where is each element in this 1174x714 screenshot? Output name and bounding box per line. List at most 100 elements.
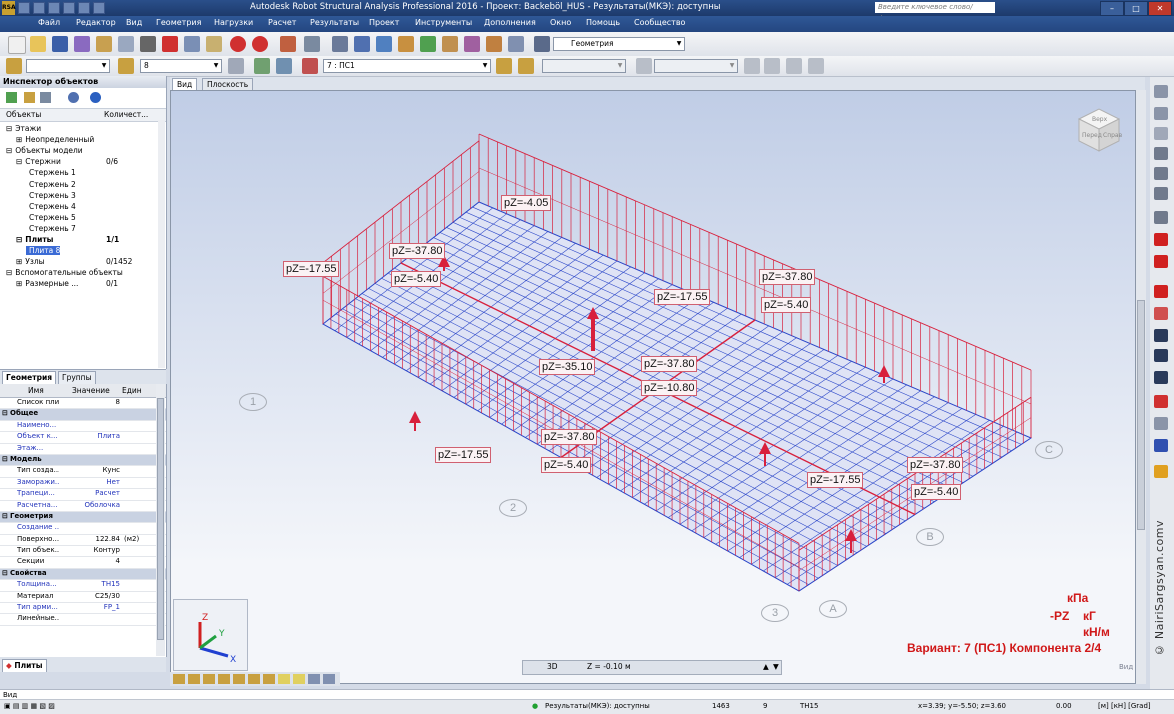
property-row[interactable]: Линейные...: [0, 614, 166, 626]
view-tool-6-icon[interactable]: [248, 674, 260, 684]
graphics-viewport[interactable]: Верх Перед Справ pZ=-4.05 pZ=-37.80 pZ=-5.…: [170, 90, 1136, 684]
zoom-window-icon[interactable]: [376, 36, 392, 52]
tree-item[interactable]: Стержень 5: [26, 213, 76, 222]
maximize-button[interactable]: □: [1124, 1, 1148, 16]
tree-item[interactable]: Стержень 1: [26, 168, 76, 177]
load-case-icon[interactable]: [302, 58, 318, 74]
results-icon[interactable]: [786, 58, 802, 74]
tools-icon[interactable]: [508, 36, 524, 52]
menu-analysis[interactable]: Расчет: [268, 18, 296, 27]
tree-item[interactable]: ⊞ Узлы: [16, 257, 45, 266]
expand-icon[interactable]: ⊞: [16, 279, 22, 288]
calculator-icon[interactable]: [304, 36, 320, 52]
property-value[interactable]: Расчет: [60, 489, 120, 497]
node-select-icon[interactable]: [6, 58, 22, 74]
tree-item[interactable]: ⊞ Размерные ...: [16, 279, 78, 288]
save-icon[interactable]: [52, 36, 68, 52]
property-row[interactable]: Расчетна... Оболочка: [0, 501, 166, 512]
inspector-help-icon[interactable]: [90, 92, 101, 103]
supports-icon[interactable]: [420, 36, 436, 52]
menu-project[interactable]: Проект: [369, 18, 399, 27]
expand-icon[interactable]: ⊞: [16, 135, 22, 144]
qat-print-icon[interactable]: [63, 2, 75, 14]
minimize-button[interactable]: –: [1100, 1, 1124, 16]
property-row[interactable]: Материал C25/30: [0, 592, 166, 604]
property-value[interactable]: Нет: [60, 478, 120, 486]
offsets-tool-icon[interactable]: [1154, 211, 1168, 224]
nodes-tool-icon[interactable]: [1154, 85, 1168, 98]
thickness-tool-icon[interactable]: [1154, 285, 1168, 298]
loads-icon[interactable]: [464, 36, 480, 52]
grid-tool-icon[interactable]: [1154, 349, 1168, 362]
collapse-icon[interactable]: ⊟: [2, 455, 8, 463]
panel-tool-icon[interactable]: [1154, 255, 1168, 268]
tree-item[interactable]: Плита 8: [26, 246, 61, 256]
collapse-icon[interactable]: ⊟: [6, 146, 12, 155]
property-value[interactable]: Плита: [60, 432, 120, 440]
inspector-options-icon[interactable]: [40, 92, 51, 103]
tree-item[interactable]: Стержень 4: [26, 202, 76, 211]
node-selection-combo[interactable]: ▼: [26, 59, 110, 73]
property-row[interactable]: Тип созда... Кунс: [0, 466, 166, 478]
tree-item[interactable]: Стержень 3: [26, 191, 76, 200]
qat-save-icon[interactable]: [48, 2, 60, 14]
tab-groups[interactable]: Группы: [58, 371, 96, 384]
z-level-down[interactable]: ▼: [773, 662, 779, 671]
collapse-icon[interactable]: ⊟: [16, 157, 22, 166]
property-row[interactable]: Объект к... Плита: [0, 432, 166, 444]
case-selection-icon[interactable]: [276, 58, 292, 74]
col-objects[interactable]: Объекты: [6, 110, 41, 119]
inspector-floors-icon[interactable]: [6, 92, 17, 103]
paste-icon[interactable]: [206, 36, 222, 52]
undo-icon[interactable]: [230, 36, 246, 52]
z-level-up[interactable]: ▲: [763, 662, 769, 671]
cut-icon[interactable]: [162, 36, 178, 52]
material-tool-icon[interactable]: [1154, 167, 1168, 180]
collapse-icon[interactable]: ⊟: [6, 124, 12, 133]
selection-filter-icon[interactable]: [228, 58, 244, 74]
bars-tool-icon[interactable]: [1154, 107, 1168, 120]
expand-icon[interactable]: ⊞: [16, 257, 22, 266]
section-icon[interactable]: [442, 36, 458, 52]
collapse-icon[interactable]: ⊟: [2, 409, 8, 417]
menu-help[interactable]: Помощь: [586, 18, 620, 27]
property-category[interactable]: Свойства ⊟: [0, 568, 166, 581]
qat-open-icon[interactable]: [33, 2, 45, 14]
preview-icon[interactable]: [118, 36, 134, 52]
table-tool-icon[interactable]: [1154, 371, 1168, 384]
tab-geometry[interactable]: Геометрия: [2, 371, 57, 384]
copy-icon[interactable]: [184, 36, 200, 52]
menu-window[interactable]: Окно: [550, 18, 571, 27]
menu-results[interactable]: Результаты: [310, 18, 359, 27]
property-value[interactable]: 8: [60, 398, 120, 406]
design-icon[interactable]: [486, 36, 502, 52]
property-category[interactable]: Общее ⊟: [0, 409, 166, 421]
new-file-icon[interactable]: [8, 36, 26, 54]
keyword-search-input[interactable]: Введите ключевое слово/фразу: [875, 2, 995, 22]
view-tool-9-icon[interactable]: [293, 674, 305, 684]
property-value[interactable]: Контур: [60, 546, 121, 554]
property-value[interactable]: FP_1: [60, 603, 120, 611]
library-icon[interactable]: [96, 36, 112, 52]
property-row[interactable]: Секции 4: [0, 557, 166, 569]
qat-new-icon[interactable]: [18, 2, 30, 14]
mode-combo[interactable]: ▼: [542, 59, 626, 73]
property-row[interactable]: Толщина... TH15: [0, 580, 166, 592]
tab-view[interactable]: Вид: [172, 78, 198, 90]
structure-combo[interactable]: ▼: [654, 59, 738, 73]
property-value[interactable]: Кунс: [60, 466, 120, 474]
property-value[interactable]: C25/30: [60, 592, 120, 600]
combinations-icon[interactable]: [518, 58, 534, 74]
bar-select-icon[interactable]: [118, 58, 134, 74]
view-tool-1-icon[interactable]: [173, 674, 185, 684]
results-tool-icon[interactable]: [1154, 465, 1168, 478]
menu-community[interactable]: Сообщество: [634, 18, 685, 27]
open-folder-icon[interactable]: [30, 36, 46, 52]
calc-options-icon[interactable]: [764, 58, 780, 74]
menu-loads[interactable]: Нагрузки: [214, 18, 253, 27]
releases-tool-icon[interactable]: [1154, 187, 1168, 200]
tree-item[interactable]: ⊟ Объекты модели: [6, 146, 83, 155]
property-row[interactable]: Наимено...: [0, 421, 166, 433]
app-logo[interactable]: RSA: [2, 1, 16, 15]
property-row[interactable]: Тип объек... Контур: [0, 546, 166, 558]
